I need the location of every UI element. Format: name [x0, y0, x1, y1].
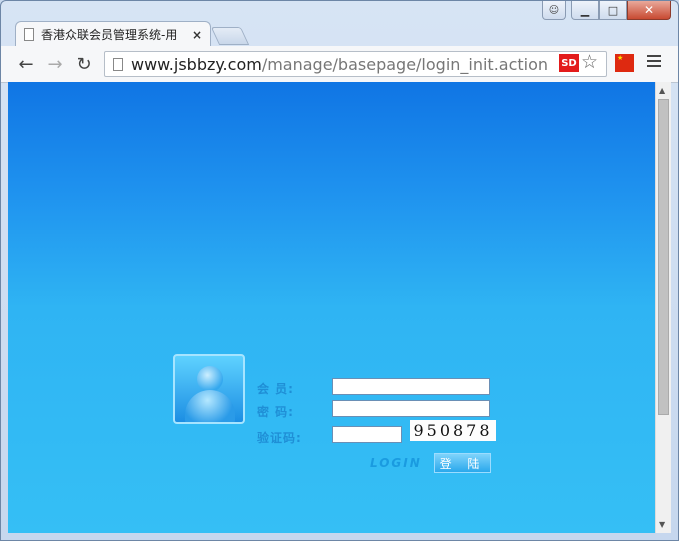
file-icon: [24, 28, 34, 41]
window-controls: ▁ □ ✕: [571, 1, 671, 20]
address-bar[interactable]: www.jsbbzy.com/manage/basepage/login_ini…: [104, 51, 607, 77]
page-content: 会 员: 密 码: 验证码: 950878 LOGIN 登 陆: [8, 82, 655, 533]
scrollbar-thumb[interactable]: [658, 99, 669, 415]
back-icon[interactable]: ←: [15, 53, 37, 75]
member-input[interactable]: [332, 378, 490, 395]
star-icon[interactable]: ☆: [581, 51, 598, 73]
captcha-input[interactable]: [332, 426, 402, 443]
avatar-icon: [173, 354, 245, 424]
url-path: /manage/basepage/login_init.action: [261, 54, 549, 74]
forward-icon[interactable]: →: [44, 53, 66, 75]
page-icon: [113, 57, 123, 71]
login-text: LOGIN: [370, 456, 422, 470]
new-tab-button[interactable]: [210, 27, 250, 45]
extension-sd-icon[interactable]: SD: [559, 54, 579, 72]
scroll-up-icon[interactable]: ▲: [659, 86, 665, 95]
minimize-button[interactable]: ▁: [571, 1, 599, 20]
scroll-down-icon[interactable]: ▼: [659, 520, 665, 529]
close-window-button[interactable]: ✕: [627, 1, 671, 20]
captcha-label: 验证码:: [257, 431, 302, 445]
maximize-button[interactable]: □: [599, 1, 627, 20]
login-button[interactable]: 登 陆: [434, 453, 491, 473]
china-flag-icon[interactable]: ★: [615, 54, 634, 72]
captcha-image[interactable]: 950878: [410, 420, 496, 441]
browser-window: ☺ ▁ □ ✕ 香港众联会员管理系统-用 × ← → ↻ www.jsbbzy.…: [0, 0, 679, 541]
member-label: 会 员:: [257, 382, 294, 396]
browser-toolbar: ← → ↻ www.jsbbzy.com/manage/basepage/log…: [1, 46, 678, 83]
password-label: 密 码:: [257, 405, 294, 419]
user-profile-icon[interactable]: ☺: [542, 1, 566, 20]
tab-close-icon[interactable]: ×: [192, 28, 202, 42]
reload-icon[interactable]: ↻: [73, 53, 95, 75]
tab-title: 香港众联会员管理系统-用: [41, 28, 178, 42]
url-host: www.jsbbzy.com: [131, 54, 262, 74]
menu-icon[interactable]: [647, 55, 661, 70]
vertical-scrollbar[interactable]: ▲ ▼: [655, 82, 671, 533]
url-text[interactable]: www.jsbbzy.com/manage/basepage/login_ini…: [131, 55, 548, 74]
browser-tab[interactable]: 香港众联会员管理系统-用 ×: [15, 21, 211, 47]
password-input[interactable]: [332, 400, 490, 417]
